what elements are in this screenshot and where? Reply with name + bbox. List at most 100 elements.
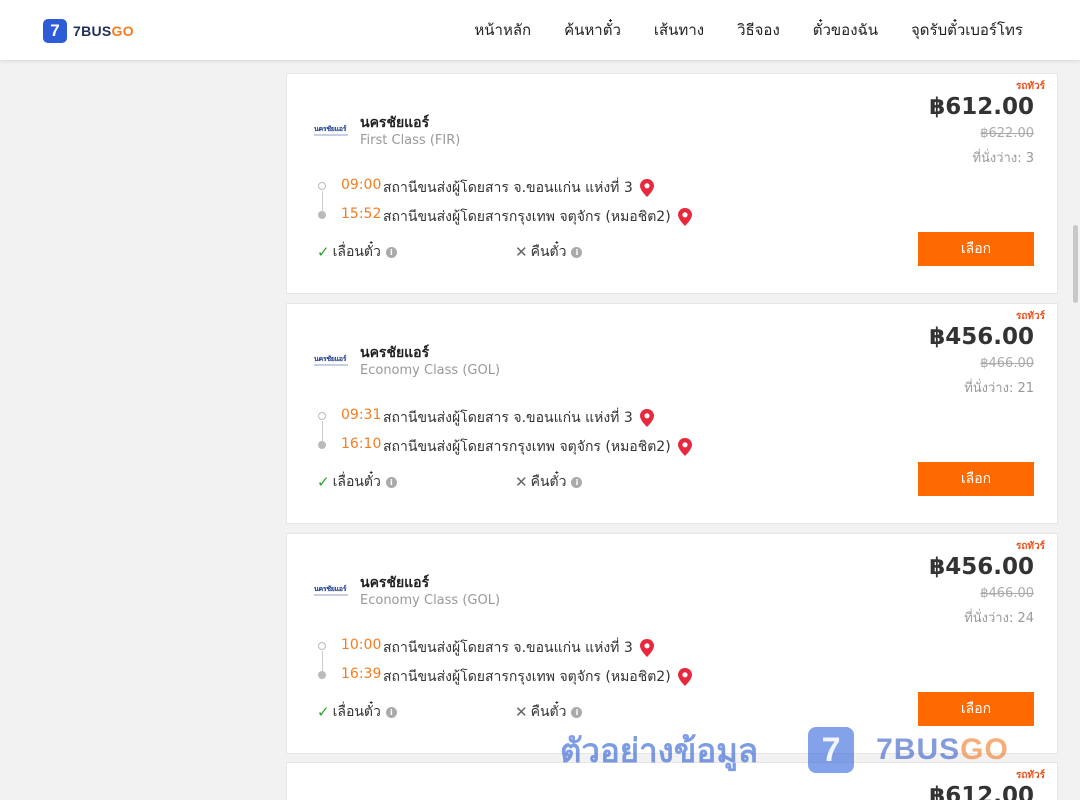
seats-available: ที่นั่งว่าง: 21 (964, 381, 1034, 396)
nav-home[interactable]: หน้าหลัก (474, 18, 531, 42)
arrival-station: สถานีขนส่งผู้โดยสารกรุงเทพ จตุจักร (หมอช… (383, 666, 692, 688)
trip-card: รถทัวร์ นครชัยแอร์ นครชัยแอร์ Economy Cl… (286, 303, 1058, 524)
cross-icon: ✕ (515, 473, 528, 491)
arrival-station-name: สถานีขนส่งผู้โดยสารกรุงเทพ จตุจักร (หมอช… (383, 669, 671, 685)
bus-type-badge: รถทัวร์ (1015, 770, 1045, 781)
operator-logo-text: นครชัยแอร์ (314, 355, 347, 363)
info-icon[interactable]: i (571, 476, 583, 488)
bus-type-badge: รถทัวร์ (1015, 541, 1045, 552)
arrival-time: 16:10 (341, 436, 382, 452)
operator-logo-text: นครชัยแอร์ (314, 585, 347, 593)
map-pin-icon[interactable] (639, 639, 654, 657)
map-pin-icon[interactable] (677, 208, 692, 226)
nav-search-ticket[interactable]: ค้นหาตั๋ว (564, 18, 621, 42)
arrival-station: สถานีขนส่งผู้โดยสารกรุงเทพ จตุจักร (หมอช… (383, 206, 692, 228)
change-label: เลื่อนตั๋ว (332, 704, 381, 720)
arrival-dot-icon (318, 211, 326, 219)
departure-station-name: สถานีขนส่งผู้โดยสาร จ.ขอนแก่น แห่งที่ 3 (383, 410, 633, 426)
check-icon: ✓ (317, 703, 330, 721)
seats-available: ที่นั่งว่าง: 3 (972, 151, 1034, 166)
change-label: เลื่อนตั๋ว (332, 474, 381, 490)
nav-routes[interactable]: เส้นทาง (654, 18, 704, 42)
top-navbar: 7 7BUSGO หน้าหลัก ค้นหาตั๋ว เส้นทาง วิธี… (0, 0, 1080, 60)
select-trip-button[interactable]: เลือก (918, 232, 1034, 266)
change-policy: ✓ เลื่อนตั๋ว i (317, 701, 397, 723)
original-price: ฿622.00 (980, 126, 1034, 141)
logo-text-accent: GO (111, 23, 134, 39)
nav-my-tickets[interactable]: ตั๋วของฉัน (813, 18, 878, 42)
arrival-station-name: สถานีขนส่งผู้โดยสารกรุงเทพ จตุจักร (หมอช… (383, 209, 671, 225)
timeline-line (322, 421, 323, 441)
arrival-dot-icon (318, 671, 326, 679)
main-nav: หน้าหลัก ค้นหาตั๋ว เส้นทาง วิธีจอง ตั๋วข… (441, 0, 1023, 60)
map-pin-icon[interactable] (639, 179, 654, 197)
bus-type-badge: รถทัวร์ (1015, 81, 1045, 92)
refund-label: คืนตั๋ว (530, 474, 567, 490)
departure-time: 09:00 (341, 177, 382, 193)
original-price: ฿466.00 (980, 586, 1034, 601)
arrival-time: 15:52 (341, 206, 382, 222)
trip-card: รถทัวร์ นครชัยแอร์ นครชัยแอร์ First Clas… (286, 73, 1058, 294)
check-icon: ✓ (317, 473, 330, 491)
departure-dot-icon (318, 642, 326, 650)
info-icon[interactable]: i (571, 706, 583, 718)
seat-class: First Class (FIR) (360, 133, 461, 148)
operator-logo: นครชัยแอร์ (314, 355, 350, 369)
logo-mark: 7 (43, 19, 67, 43)
change-label: เลื่อนตั๋ว (332, 244, 381, 260)
ticket-price: ฿612.00 (929, 783, 1034, 800)
ticket-price: ฿456.00 (929, 324, 1034, 350)
ticket-price: ฿612.00 (929, 94, 1034, 120)
seats-available: ที่นั่งว่าง: 24 (964, 611, 1034, 626)
timeline-line (322, 651, 323, 671)
departure-time: 09:31 (341, 407, 382, 423)
arrival-station-name: สถานีขนส่งผู้โดยสารกรุงเทพ จตุจักร (หมอช… (383, 439, 671, 455)
info-icon[interactable]: i (385, 246, 397, 258)
refund-label: คืนตั๋ว (530, 704, 567, 720)
change-policy: ✓ เลื่อนตั๋ว i (317, 241, 397, 263)
arrival-dot-icon (318, 441, 326, 449)
operator-logo: นครชัยแอร์ (314, 585, 350, 599)
check-icon: ✓ (317, 243, 330, 261)
select-trip-button[interactable]: เลือก (918, 692, 1034, 726)
map-pin-icon[interactable] (677, 438, 692, 456)
operator-name: นครชัยแอร์ (360, 115, 430, 131)
cross-icon: ✕ (515, 703, 528, 721)
original-price: ฿466.00 (980, 356, 1034, 371)
departure-dot-icon (318, 412, 326, 420)
departure-station-name: สถานีขนส่งผู้โดยสาร จ.ขอนแก่น แห่งที่ 3 (383, 180, 633, 196)
info-icon[interactable]: i (385, 706, 397, 718)
arrival-time: 16:39 (341, 666, 382, 682)
map-pin-icon[interactable] (677, 668, 692, 686)
select-trip-button[interactable]: เลือก (918, 462, 1034, 496)
logo-text-primary: 7BUS (73, 23, 112, 39)
timeline-line (322, 191, 323, 211)
refund-label: คืนตั๋ว (530, 244, 567, 260)
page-scrollbar[interactable] (1070, 60, 1080, 800)
scrollbar-thumb[interactable] (1073, 225, 1078, 303)
brand-logo[interactable]: 7 7BUSGO (43, 19, 134, 43)
refund-policy: ✕ คืนตั๋ว i (515, 701, 583, 723)
departure-station: สถานีขนส่งผู้โดยสาร จ.ขอนแก่น แห่งที่ 3 (383, 407, 654, 429)
info-icon[interactable]: i (571, 246, 583, 258)
departure-station: สถานีขนส่งผู้โดยสาร จ.ขอนแก่น แห่งที่ 3 (383, 637, 654, 659)
departure-station: สถานีขนส่งผู้โดยสาร จ.ขอนแก่น แห่งที่ 3 (383, 177, 654, 199)
departure-station-name: สถานีขนส่งผู้โดยสาร จ.ขอนแก่น แห่งที่ 3 (383, 640, 633, 656)
map-pin-icon[interactable] (639, 409, 654, 427)
cross-icon: ✕ (515, 243, 528, 261)
seat-class: Economy Class (GOL) (360, 593, 501, 608)
operator-name: นครชัยแอร์ (360, 575, 430, 591)
nav-how-to-book[interactable]: วิธีจอง (737, 18, 780, 42)
bus-type-badge: รถทัวร์ (1015, 311, 1045, 322)
operator-name: นครชัยแอร์ (360, 345, 430, 361)
info-icon[interactable]: i (385, 476, 397, 488)
trip-card: รถทัวร์ ฿612.00 (286, 762, 1058, 800)
arrival-station: สถานีขนส่งผู้โดยสารกรุงเทพ จตุจักร (หมอช… (383, 436, 692, 458)
logo-text: 7BUSGO (73, 23, 134, 39)
change-policy: ✓ เลื่อนตั๋ว i (317, 471, 397, 493)
trip-card: รถทัวร์ นครชัยแอร์ นครชัยแอร์ Economy Cl… (286, 533, 1058, 754)
ticket-price: ฿456.00 (929, 554, 1034, 580)
nav-pickup-points[interactable]: จุดรับตั๋วเบอร์โทร (911, 18, 1023, 42)
refund-policy: ✕ คืนตั๋ว i (515, 471, 583, 493)
seat-class: Economy Class (GOL) (360, 363, 501, 378)
